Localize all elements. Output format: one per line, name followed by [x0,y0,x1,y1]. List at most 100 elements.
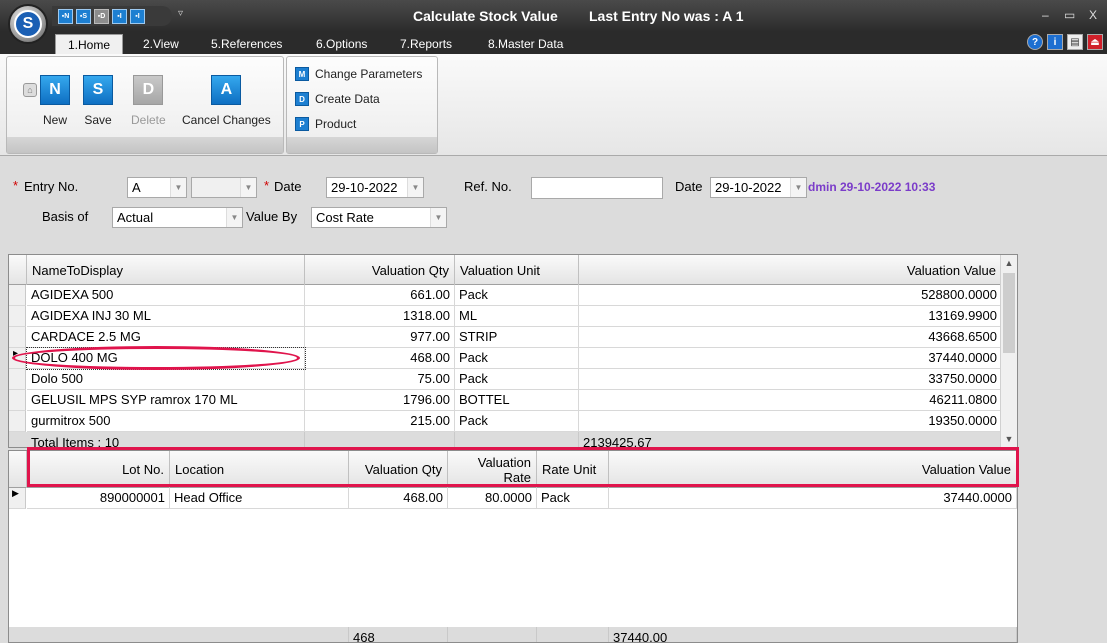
corner-cell [9,255,27,285]
entry-no-label: Entry No. [24,179,79,194]
basis-select[interactable]: Actual ▼ [112,207,243,228]
row-header[interactable] [9,306,26,327]
row-header[interactable] [9,369,26,390]
col-lot-no[interactable]: Lot No. [27,451,170,488]
tab-home[interactable]: 1.Home [55,34,124,54]
tab-options[interactable]: 6.Options [316,34,367,54]
table-cell-unit[interactable]: BOTTEL [455,390,579,411]
col-rate-unit[interactable]: Rate Unit [537,451,609,488]
col-name[interactable]: NameToDisplay [27,255,305,285]
date-picker[interactable]: 29-10-2022 ▼ [326,177,424,198]
table-cell-value[interactable]: 19350.0000 [579,411,1002,432]
save-button[interactable]: S Save [83,75,113,127]
row-header[interactable]: ▸ [9,348,26,369]
table-cell-unit[interactable]: Pack [455,369,579,390]
table-cell-qty[interactable]: 661.00 [305,285,455,306]
tab-references[interactable]: 5.References [211,34,282,54]
help-icon[interactable]: ? [1027,34,1043,50]
tab-reports[interactable]: 7.Reports [400,34,452,54]
table-cell-unit[interactable]: Pack [455,348,579,369]
create-data-button[interactable]: D Create Data [295,92,380,106]
ref-date-picker[interactable]: 29-10-2022 ▼ [710,177,807,198]
table-cell-qty[interactable]: 468.00 [305,348,455,369]
table-cell-qty[interactable]: 1318.00 [305,306,455,327]
qat-new-icon[interactable]: ▪N [58,8,73,24]
qat-delete-icon[interactable]: ▪D [94,8,109,24]
table-cell-value[interactable]: 46211.0800 [579,390,1002,411]
chevron-down-icon: ▼ [226,208,242,227]
lot-grid: Lot No. Location Valuation Qty Valuation… [8,450,1018,643]
chevron-down-icon: ▼ [240,178,256,197]
table-cell-qty[interactable]: 75.00 [305,369,455,390]
qat-save-icon[interactable]: ▪S [76,8,91,24]
table-cell-qty[interactable]: 468.00 [349,488,448,509]
table-cell-unit[interactable]: ML [455,306,579,327]
row-header[interactable]: ▶ [9,488,26,509]
new-button[interactable]: N New [40,75,70,127]
scroll-down-icon[interactable]: ▼ [1001,431,1017,447]
product-button[interactable]: P Product [295,117,356,131]
ribbon-group-actions: ⌂ N New S Save D Delete A Cancel Changes [6,56,284,154]
table-cell-unit[interactable]: STRIP [455,327,579,348]
required-marker: * [13,178,19,193]
change-parameters-button[interactable]: M Change Parameters [295,67,422,81]
scroll-thumb[interactable] [1003,273,1015,353]
table-cell-qty[interactable]: 1796.00 [305,390,455,411]
exit-icon[interactable]: ⏏ [1087,34,1103,50]
col-valuation-unit[interactable]: Valuation Unit [455,255,579,285]
close-button[interactable]: X [1089,8,1097,22]
col-lot-valuation-qty[interactable]: Valuation Qty [349,451,448,488]
table-cell-name[interactable]: AGIDEXA INJ 30 ML [27,306,305,327]
row-header[interactable] [9,411,26,432]
cancel-icon: A [211,75,242,105]
table-cell-value[interactable]: 528800.0000 [579,285,1002,306]
table-cell-location[interactable]: Head Office [170,488,349,509]
table-cell-name[interactable]: gurmitrox 500 [27,411,305,432]
col-valuation-value[interactable]: Valuation Value [579,255,1002,285]
lot-grid-header: Lot No. Location Valuation Qty Valuation… [9,451,1017,488]
table-cell-value[interactable]: 43668.6500 [579,327,1002,348]
document-icon[interactable]: ▤ [1067,34,1083,50]
qat-last-icon[interactable]: ▪I [130,8,145,24]
table-cell-lot[interactable]: 890000001 [27,488,170,509]
table-cell-qty[interactable]: 215.00 [305,411,455,432]
table-cell-value[interactable]: 13169.9900 [579,306,1002,327]
table-cell-name[interactable]: DOLO 400 MG [26,347,306,370]
app-menu-button[interactable]: S [8,4,48,44]
entry-no-prefix-select[interactable]: A ▼ [127,177,187,198]
row-header[interactable] [9,327,26,348]
entry-no-number-select[interactable]: ▼ [191,177,257,198]
delete-button[interactable]: D Delete [131,75,166,127]
row-header[interactable] [9,390,26,411]
ref-no-input[interactable] [531,177,663,199]
table-cell-unit[interactable]: Pack [537,488,609,509]
table-cell-rate[interactable]: 80.0000 [448,488,537,509]
table-cell-value[interactable]: 37440.0000 [579,348,1002,369]
table-cell-name[interactable]: Dolo 500 [27,369,305,390]
tab-view[interactable]: 2.View [143,34,179,54]
table-cell-value[interactable]: 33750.0000 [579,369,1002,390]
maximize-button[interactable]: ▭ [1064,8,1075,22]
cancel-changes-button[interactable]: A Cancel Changes [182,75,271,127]
last-entry-text: Last Entry No was : A 1 [589,8,744,24]
table-cell-name[interactable]: CARDACE 2.5 MG [27,327,305,348]
table-cell-name[interactable]: AGIDEXA 500 [27,285,305,306]
info-icon[interactable]: i [1047,34,1063,50]
scroll-up-icon[interactable]: ▲ [1001,255,1017,271]
col-valuation-qty[interactable]: Valuation Qty [305,255,455,285]
col-lot-valuation-value[interactable]: Valuation Value [609,451,1017,488]
table-cell-qty[interactable]: 977.00 [305,327,455,348]
qat-first-icon[interactable]: ▪I [112,8,127,24]
qat-customize-icon[interactable]: ▿ [178,8,183,19]
tab-master-data[interactable]: 8.Master Data [488,34,563,54]
col-valuation-rate[interactable]: Valuation Rate [448,451,537,488]
table-cell-name[interactable]: GELUSIL MPS SYP ramrox 170 ML [27,390,305,411]
row-header[interactable] [9,285,26,306]
table-cell-value[interactable]: 37440.0000 [609,488,1017,509]
valuation-grid-scrollbar[interactable]: ▲ ▼ [1000,255,1017,447]
table-cell-unit[interactable]: Pack [455,285,579,306]
col-location[interactable]: Location [170,451,349,488]
value-by-select[interactable]: Cost Rate ▼ [311,207,447,228]
minimize-button[interactable]: – [1042,8,1049,22]
table-cell-unit[interactable]: Pack [455,411,579,432]
